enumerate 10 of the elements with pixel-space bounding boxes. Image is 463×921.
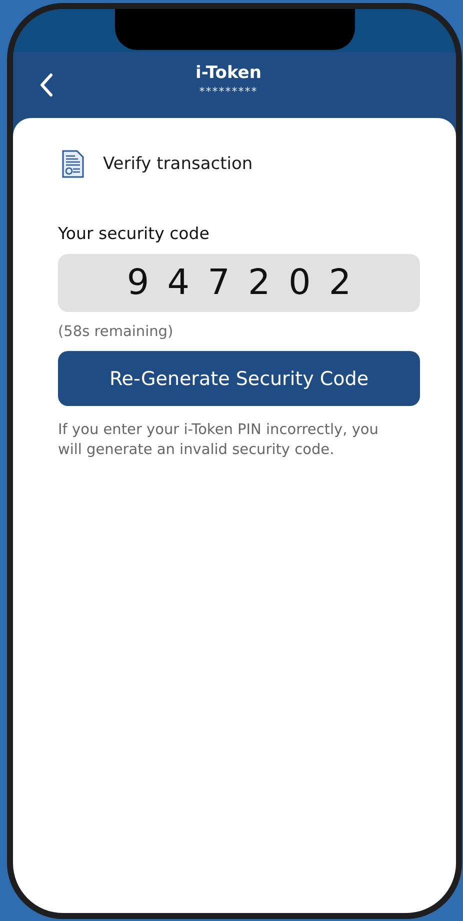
document-icon xyxy=(62,150,84,178)
info-note: If you enter your i-Token PIN incorrectly, you will generate an invalid security code. xyxy=(58,421,380,460)
header-title: i-Token xyxy=(196,62,262,82)
time-remaining: (58s remaining) xyxy=(58,324,174,340)
security-code: 9 4 7 2 0 2 xyxy=(126,263,352,303)
masked-account: ********* xyxy=(199,84,258,98)
section-title: Verify transaction xyxy=(103,154,253,174)
code-label: Your security code xyxy=(58,224,210,243)
back-icon xyxy=(39,73,53,97)
regenerate-button[interactable]: Re-Generate Security Code xyxy=(58,351,420,406)
